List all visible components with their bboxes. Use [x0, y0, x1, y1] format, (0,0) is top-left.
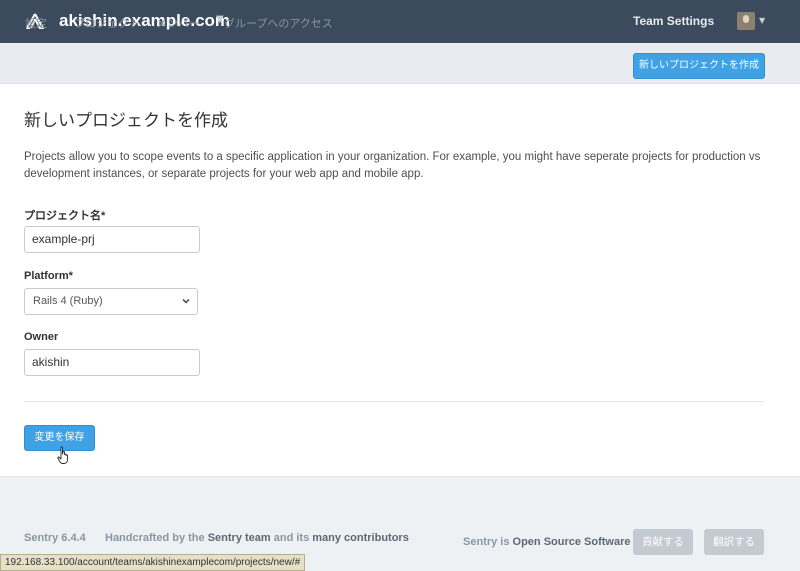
subnav-item-projects[interactable]: プロジェクト	[74, 15, 140, 31]
subnav-item-members[interactable]: メンバー	[156, 15, 200, 31]
avatar-chevron-down-icon[interactable]: ▼	[759, 16, 765, 25]
new-project-button[interactable]: 新しいプロジェクトを作成	[633, 53, 765, 79]
owner-input[interactable]: akishin	[24, 349, 200, 376]
platform-label: Platform*	[24, 270, 73, 282]
intro-line-2: development instances, or separate proje…	[24, 168, 424, 180]
sentry-team-link[interactable]: Sentry team	[208, 532, 271, 544]
form-divider	[24, 401, 764, 402]
footer-handcrafted-text: Handcrafted by the	[105, 532, 205, 544]
platform-select-value: Rails 4 (Ruby)	[33, 295, 103, 307]
org-chevron-down-icon[interactable]: ▼	[216, 14, 224, 25]
page-title: 新しいプロジェクトを作成	[24, 111, 228, 131]
intro-line-1: Projects allow you to scope events to a …	[24, 151, 761, 163]
contributors-link[interactable]: many contributors	[312, 532, 409, 544]
translate-button[interactable]: 翻訳する	[704, 529, 764, 555]
project-name-label: プロジェクト名*	[24, 210, 106, 222]
footer-and-its-text: and its	[273, 532, 310, 544]
contribute-button[interactable]: 貢献する	[633, 529, 693, 555]
chevron-down-icon	[182, 298, 190, 304]
hand-cursor-icon	[57, 446, 68, 464]
user-avatar[interactable]	[737, 12, 755, 30]
footer-credits: Handcrafted by the Sentry team and its m…	[105, 532, 409, 544]
open-source-link[interactable]: Open Source Software	[513, 536, 631, 548]
project-name-input[interactable]: example-prj	[24, 226, 200, 253]
owner-label: Owner	[24, 331, 59, 343]
footer-sentry-is-text: Sentry is	[463, 536, 510, 548]
platform-select[interactable]: Rails 4 (Ruby)	[24, 288, 198, 315]
footer-open-source: Sentry is Open Source Software	[463, 536, 631, 548]
intro-text: Projects allow you to scope events to a …	[24, 149, 774, 183]
subnav-item-settings[interactable]: 設定	[25, 15, 47, 31]
team-settings-link[interactable]: Team Settings	[633, 14, 714, 28]
subnav-item-group-access[interactable]: グループへのアクセス	[224, 15, 333, 31]
status-bar-url: 192.168.33.100/account/teams/akishinexam…	[0, 554, 306, 571]
footer-version: Sentry 6.4.4	[24, 532, 86, 544]
